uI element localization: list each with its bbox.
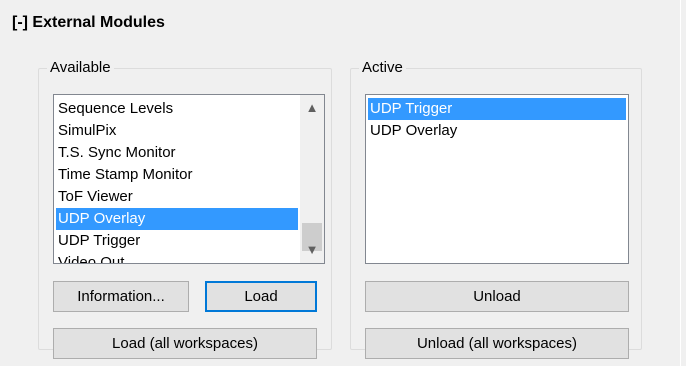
chevron-down-icon[interactable]: ▼ — [300, 239, 324, 261]
available-legend: Available — [50, 59, 111, 76]
active-modules-list[interactable]: UDP Trigger UDP Overlay — [365, 94, 629, 264]
information-button[interactable]: Information... — [53, 281, 189, 312]
unload-all-workspaces-button[interactable]: Unload (all workspaces) — [365, 328, 629, 359]
available-group: Available Sequence Levels SimulPix T.S. … — [38, 59, 332, 359]
available-item-sequence-levels[interactable]: Sequence Levels — [56, 98, 298, 120]
chevron-up-icon[interactable]: ▲ — [300, 97, 324, 119]
active-item-udp-overlay[interactable]: UDP Overlay — [368, 120, 626, 142]
active-legend: Active — [362, 59, 403, 76]
available-item-ts-sync-monitor[interactable]: T.S. Sync Monitor — [56, 142, 298, 164]
available-item-time-stamp-monitor[interactable]: Time Stamp Monitor — [56, 164, 298, 186]
available-item-udp-overlay[interactable]: UDP Overlay — [56, 208, 298, 230]
available-item-udp-trigger[interactable]: UDP Trigger — [56, 230, 298, 252]
load-all-workspaces-button[interactable]: Load (all workspaces) — [53, 328, 317, 359]
load-button[interactable]: Load — [205, 281, 317, 312]
available-scrollbar[interactable]: ▲ ▼ — [300, 95, 324, 263]
available-modules-list[interactable]: Sequence Levels SimulPix T.S. Sync Monit… — [53, 94, 325, 264]
available-item-video-out[interactable]: Video Out — [56, 252, 298, 263]
window-edge-divider — [680, 0, 681, 366]
section-title[interactable]: [-] External Modules — [12, 14, 165, 32]
active-group: Active UDP Trigger UDP Overlay Unload Un… — [350, 59, 642, 359]
available-item-simulpix[interactable]: SimulPix — [56, 120, 298, 142]
unload-button[interactable]: Unload — [365, 281, 629, 312]
available-item-tof-viewer[interactable]: ToF Viewer — [56, 186, 298, 208]
active-item-udp-trigger[interactable]: UDP Trigger — [368, 98, 626, 120]
